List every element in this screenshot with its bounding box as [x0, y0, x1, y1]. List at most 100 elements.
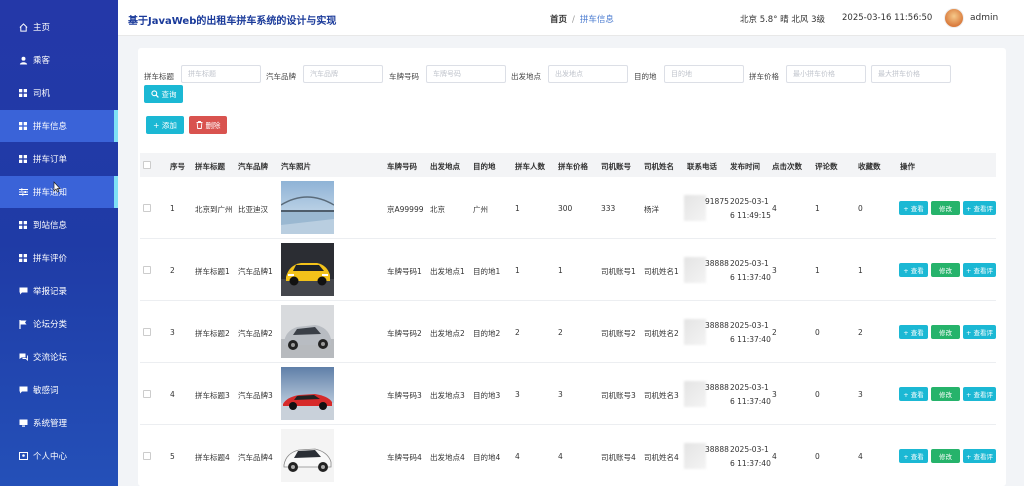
cell-brand: 汽车品牌1: [238, 267, 273, 276]
edit-button[interactable]: 修改: [931, 325, 960, 339]
cell-departure: 北京: [430, 205, 445, 214]
col-departure: 出发地点: [430, 162, 460, 171]
view-button[interactable]: + 查看: [899, 449, 928, 463]
cell-seats: 3: [515, 390, 520, 399]
add-button[interactable]: + 添加: [146, 116, 184, 134]
sidebar-item-personal-center[interactable]: 个人中心: [0, 440, 118, 472]
cell-destination: 广州: [473, 205, 488, 214]
query-button-label: 查询: [161, 89, 177, 99]
sidebar: 主页 乘客 司机 拼车信息 拼车订单 拼车通知 到站信息 拼车评价 举报记录 论…: [0, 0, 118, 486]
filter-plate-input[interactable]: [426, 65, 506, 83]
user-icon: [18, 55, 28, 65]
breadcrumb-current: 拼车信息: [579, 15, 614, 25]
sidebar-item-label: 拼车通知: [33, 188, 68, 198]
view-button[interactable]: + 查看: [899, 325, 928, 339]
sidebar-item-forum-category[interactable]: 论坛分类: [0, 308, 118, 340]
view-reviews-button[interactable]: + 查看评: [963, 201, 996, 215]
filter-brand-input[interactable]: [303, 65, 383, 83]
query-button[interactable]: 查询: [144, 85, 183, 103]
cell-destination: 目的地3: [473, 391, 501, 400]
sidebar-item-system-management[interactable]: 系统管理: [0, 407, 118, 439]
grid-icon: [18, 253, 28, 263]
col-comments: 评论数: [815, 162, 838, 171]
cell-comments: 0: [815, 390, 820, 399]
sidebar-item-report-records[interactable]: 举报记录: [0, 275, 118, 307]
flag-icon: [18, 319, 28, 329]
sidebar-item-passenger[interactable]: 乘客: [0, 44, 118, 76]
breadcrumb-separator: /: [572, 15, 575, 25]
grid-icon: [18, 121, 28, 131]
view-button[interactable]: + 查看: [899, 387, 928, 401]
cell-seats: 4: [515, 452, 520, 461]
filter-label-brand: 汽车品牌: [266, 72, 296, 81]
sidebar-item-forum[interactable]: 交流论坛: [0, 341, 118, 373]
col-photo: 汽车照片: [281, 162, 311, 171]
sidebar-item-label: 拼车评价: [33, 254, 68, 264]
cell-favorites: 0: [858, 204, 863, 213]
sidebar-item-home[interactable]: 主页: [0, 11, 118, 43]
filter-title-input[interactable]: [181, 65, 261, 83]
cell-price: 3: [558, 390, 563, 399]
sidebar-item-label: 主页: [33, 23, 51, 33]
filter-destination-input[interactable]: [664, 65, 744, 83]
sidebar-item-sensitive-words[interactable]: 敏感词: [0, 374, 118, 406]
cell-seats: 1: [515, 266, 520, 275]
car-photo[interactable]: [281, 181, 334, 234]
row-checkbox[interactable]: [143, 328, 151, 336]
sidebar-item-label: 交流论坛: [33, 353, 68, 363]
filter-max-price-input[interactable]: [871, 65, 951, 83]
avatar[interactable]: [944, 8, 964, 28]
col-brand: 汽车品牌: [238, 162, 268, 171]
filter-label-destination: 目的地: [634, 72, 657, 81]
cell-phone: 38888: [705, 445, 729, 454]
sidebar-item-carpool-review[interactable]: 拼车评价: [0, 242, 118, 274]
edit-button[interactable]: 修改: [931, 449, 960, 463]
cell-price: 1: [558, 266, 563, 275]
select-all-checkbox[interactable]: [143, 161, 151, 169]
sidebar-item-driver[interactable]: 司机: [0, 77, 118, 109]
breadcrumb-home[interactable]: 首页: [550, 15, 567, 25]
edit-button[interactable]: 修改: [931, 263, 960, 277]
cell-no: 3: [170, 328, 175, 337]
delete-button[interactable]: 删除: [189, 116, 227, 134]
sidebar-item-carpool-orders[interactable]: 拼车订单: [0, 143, 118, 175]
person-icon: [18, 451, 28, 461]
cell-time-line1: 2025-03-1: [730, 383, 769, 392]
view-reviews-button[interactable]: + 查看评: [963, 263, 996, 277]
cell-departure: 出发地点4: [430, 453, 465, 462]
cell-clicks: 2: [772, 328, 777, 337]
col-seats: 拼车人数: [515, 162, 545, 171]
row-checkbox[interactable]: [143, 266, 151, 274]
view-reviews-button[interactable]: + 查看评: [963, 387, 996, 401]
view-button[interactable]: + 查看: [899, 263, 928, 277]
col-title: 拼车标题: [195, 162, 225, 171]
sidebar-item-carpool-notice[interactable]: 拼车通知: [0, 176, 118, 208]
cell-brand: 比亚迪汉: [238, 205, 268, 214]
col-actions: 操作: [900, 162, 915, 171]
sidebar-item-arrival-info[interactable]: 到站信息: [0, 209, 118, 241]
sidebar-item-carpool-info[interactable]: 拼车信息: [0, 110, 118, 142]
view-button[interactable]: + 查看: [899, 201, 928, 215]
filter-min-price-input[interactable]: [786, 65, 866, 83]
weather-info: 北京 5.8° 晴 北风 3级: [740, 15, 825, 25]
filter-departure-input[interactable]: [548, 65, 628, 83]
view-reviews-button[interactable]: + 查看评: [963, 325, 996, 339]
delete-button-label: 删除: [205, 120, 221, 130]
car-photo[interactable]: [281, 305, 334, 358]
car-photo[interactable]: [281, 429, 334, 482]
col-favorites: 收藏数: [858, 162, 881, 171]
edit-button[interactable]: 修改: [931, 387, 960, 401]
car-photo[interactable]: [281, 243, 334, 296]
cell-brand: 汽车品牌2: [238, 329, 273, 338]
car-photo[interactable]: [281, 367, 334, 420]
row-checkbox[interactable]: [143, 390, 151, 398]
view-reviews-button[interactable]: + 查看评: [963, 449, 996, 463]
edit-button[interactable]: 修改: [931, 201, 960, 215]
username[interactable]: admin: [970, 13, 998, 23]
row-checkbox[interactable]: [143, 452, 151, 460]
cell-comments: 1: [815, 266, 820, 275]
redacted-phone-prefix: [684, 195, 706, 221]
chat-icon: [18, 385, 28, 395]
row-checkbox[interactable]: [143, 204, 151, 212]
trash-icon: [196, 121, 203, 129]
